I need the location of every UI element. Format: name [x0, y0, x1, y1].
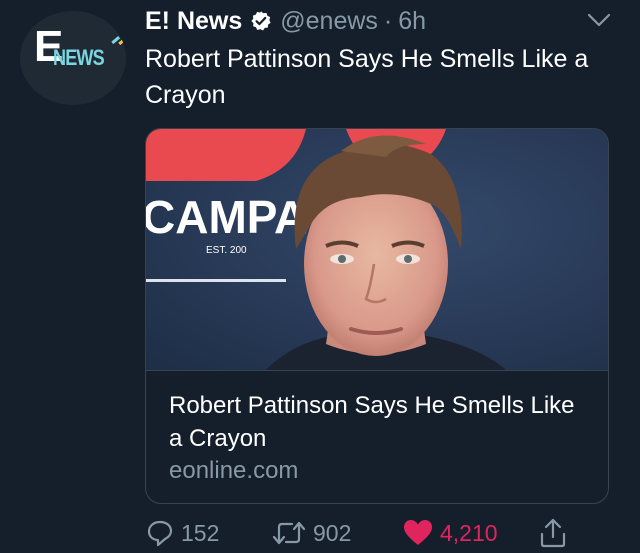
- tweet-text: Robert Pattinson Says He Smells Like a C…: [145, 45, 589, 109]
- like-button[interactable]: 4,210: [402, 515, 498, 551]
- card-body: Robert Pattinson Says He Smells Like a C…: [146, 370, 608, 503]
- tweet-timestamp[interactable]: 6h: [398, 7, 426, 36]
- like-count: 4,210: [440, 519, 498, 546]
- reply-count: 152: [181, 519, 220, 546]
- share-button[interactable]: [538, 515, 568, 551]
- backdrop-small-text: EST. 200: [206, 245, 247, 256]
- separator-dot: ·: [383, 6, 393, 35]
- verified-badge-icon: [251, 11, 271, 31]
- account-name[interactable]: E! News: [145, 7, 242, 36]
- card-photo: CAMPA EST. 200: [146, 129, 608, 370]
- card-domain: eonline.com: [169, 457, 299, 484]
- avatar-logo-news: NEWS: [53, 45, 105, 70]
- logo-spark-icon: [111, 36, 126, 46]
- retweet-icon: [272, 521, 306, 545]
- tweet[interactable]: E NEWS E! News @enews · 6h Robert Pattin…: [0, 0, 640, 553]
- share-icon: [540, 518, 566, 548]
- heart-icon: [404, 520, 432, 545]
- chevron-down-icon[interactable]: [586, 10, 612, 30]
- tweet-header: E! News @enews · 6h: [145, 4, 426, 38]
- card-title[interactable]: Robert Pattinson Says He Smells Like a C…: [169, 389, 589, 455]
- tweet-actions: 152 902 4,210: [145, 515, 615, 551]
- link-card[interactable]: CAMPA EST. 200 Robert Pattinson Says He …: [145, 128, 609, 504]
- retweet-count: 902: [313, 519, 352, 546]
- account-handle[interactable]: @enews: [280, 7, 378, 36]
- reply-button[interactable]: 152: [145, 515, 219, 551]
- retweet-button[interactable]: 902: [271, 515, 351, 551]
- card-image: CAMPA EST. 200: [146, 129, 608, 370]
- reply-icon: [147, 520, 173, 547]
- backdrop-text: CAMPA: [146, 191, 307, 243]
- avatar[interactable]: E NEWS: [20, 11, 126, 105]
